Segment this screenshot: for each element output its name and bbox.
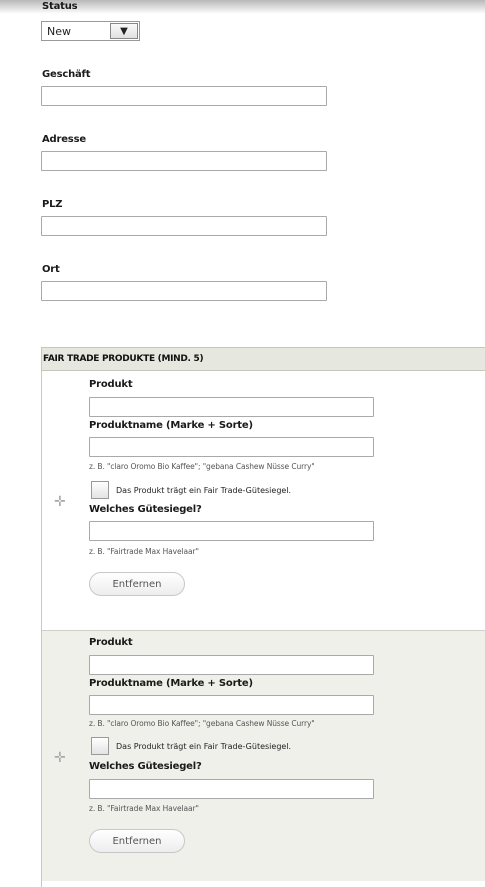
produktname-hint-2: z. B. "claro Oromo Bio Kaffee"; "gebana …	[89, 719, 315, 728]
siegel-input-1[interactable]	[89, 521, 374, 541]
ort-label: Ort	[42, 264, 60, 275]
dropdown-arrow-icon[interactable]: ▼	[110, 23, 138, 39]
remove-button-2[interactable]: Entfernen	[89, 829, 185, 853]
siegel-label-2: Welches Gütesiegel?	[89, 761, 202, 772]
status-select[interactable]: New ▼	[41, 21, 140, 41]
siegel-hint-1: z. B. "Fairtrade Max Havelaar"	[89, 547, 199, 556]
siegel-checkbox-1[interactable]	[91, 481, 109, 499]
products-section-title: FAIR TRADE PRODUKTE (MIND. 5)	[41, 347, 485, 371]
siegel-hint-2: z. B. "Fairtrade Max Havelaar"	[89, 804, 199, 813]
siegel-checkbox-2[interactable]	[91, 737, 109, 755]
produkt-label-2: Produkt	[89, 637, 133, 648]
status-label: Status	[42, 1, 78, 12]
produkt-input-1[interactable]	[89, 397, 374, 417]
geschaeft-label: Geschäft	[42, 69, 91, 80]
plz-label: PLZ	[42, 199, 63, 210]
adresse-input[interactable]	[41, 151, 327, 171]
produkt-input-2[interactable]	[89, 655, 374, 675]
siegel-checkbox-label-1: Das Produkt trägt ein Fair Trade-Gütesie…	[116, 486, 292, 495]
siegel-label-1: Welches Gütesiegel?	[89, 504, 202, 515]
drag-handle-icon[interactable]: ✛	[54, 751, 66, 765]
siegel-input-2[interactable]	[89, 779, 374, 799]
plz-input[interactable]	[41, 216, 327, 236]
produktname-input-2[interactable]	[89, 695, 374, 715]
produktname-label-1: Produktname (Marke + Sorte)	[89, 420, 253, 431]
produktname-input-1[interactable]	[89, 437, 374, 457]
remove-button-1[interactable]: Entfernen	[89, 572, 185, 596]
adresse-label: Adresse	[42, 134, 86, 145]
produkt-label-1: Produkt	[89, 379, 133, 390]
produktname-hint-1: z. B. "claro Oromo Bio Kaffee"; "gebana …	[89, 462, 315, 471]
siegel-checkbox-label-2: Das Produkt trägt ein Fair Trade-Gütesie…	[116, 742, 292, 751]
status-value: New	[47, 24, 71, 38]
produktname-label-2: Produktname (Marke + Sorte)	[89, 678, 253, 689]
ort-input[interactable]	[41, 281, 327, 301]
geschaeft-input[interactable]	[41, 86, 327, 106]
drag-handle-icon[interactable]: ✛	[54, 495, 66, 509]
